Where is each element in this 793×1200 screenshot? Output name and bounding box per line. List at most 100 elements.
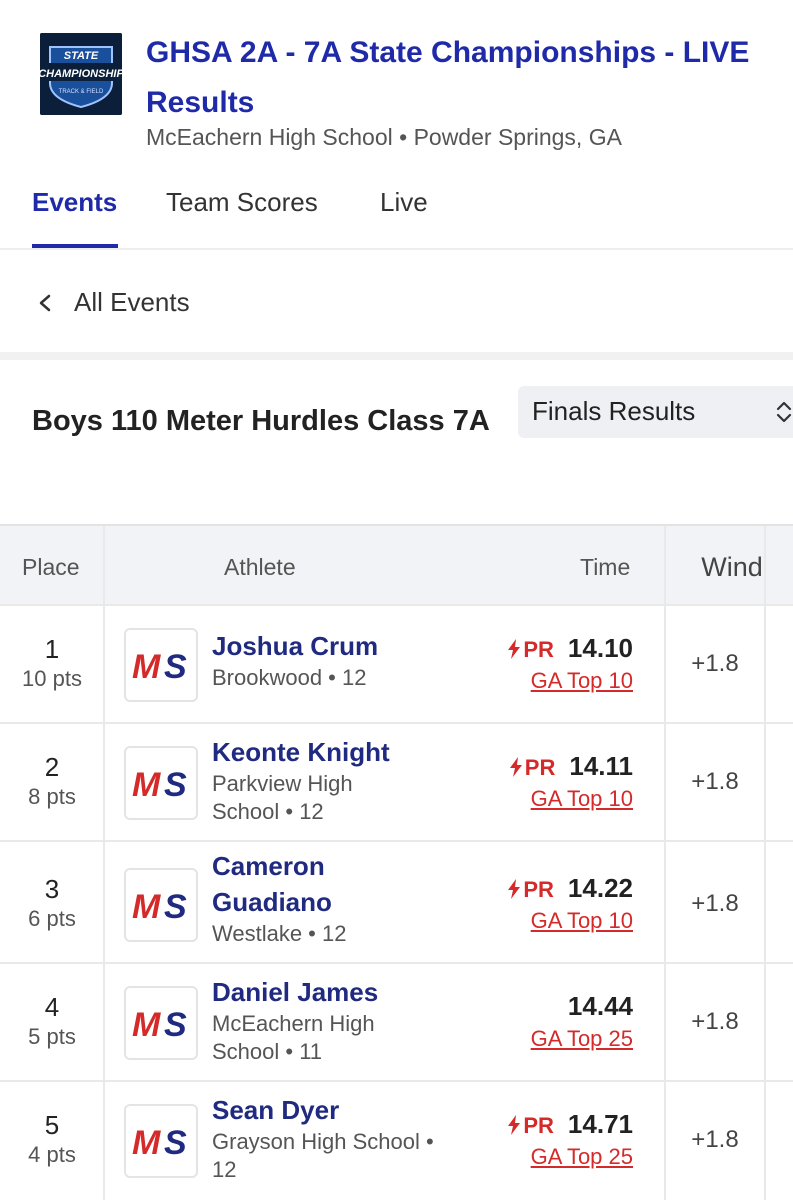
select-arrows-icon bbox=[776, 401, 792, 423]
svg-text:M: M bbox=[132, 1006, 161, 1044]
pr-badge: PR bbox=[507, 877, 554, 902]
svg-text:M: M bbox=[132, 1124, 161, 1162]
svg-text:TRACK & FIELD: TRACK & FIELD bbox=[59, 89, 104, 95]
table-row[interactable]: 1 10 pts MS Joshua Crum Brookwood • 12 P… bbox=[0, 604, 793, 722]
rank-link[interactable]: GA Top 25 bbox=[463, 1142, 633, 1172]
athlete-name[interactable]: Sean Dyer bbox=[212, 1092, 447, 1128]
place-cell: 2 8 pts bbox=[0, 752, 104, 812]
svg-text:STATE: STATE bbox=[64, 50, 99, 62]
lightning-icon bbox=[508, 1115, 521, 1135]
athlete-cell: Daniel James McEachern High School • 11 bbox=[212, 974, 402, 1066]
tab-live[interactable]: Live bbox=[380, 186, 428, 248]
rank-link[interactable]: GA Top 10 bbox=[463, 906, 633, 936]
pr-badge: PR bbox=[509, 755, 555, 780]
lightning-icon bbox=[509, 757, 522, 777]
place-points: 5 pts bbox=[28, 1024, 76, 1049]
wind-value: +1.8 bbox=[691, 890, 739, 917]
result-time: 14.71 bbox=[567, 1109, 633, 1139]
meet-logo: STATE CHAMPIONSHIP TRACK & FIELD bbox=[40, 33, 122, 115]
table-row[interactable]: 2 8 pts MS Keonte Knight Parkview High S… bbox=[0, 722, 793, 840]
place-number: 4 bbox=[44, 992, 60, 1022]
result-time: 14.10 bbox=[567, 633, 633, 663]
team-logo: MS bbox=[124, 628, 198, 702]
time-cell: PR 14.11 GA Top 10 bbox=[463, 748, 633, 814]
table-row[interactable]: 5 4 pts MS Sean Dyer Grayson High School… bbox=[0, 1080, 793, 1200]
rank-link[interactable]: GA Top 25 bbox=[463, 1024, 633, 1054]
all-events-label: All Events bbox=[74, 287, 190, 317]
results-table: Place Athlete Time Wind 1 10 pts MS Josh… bbox=[0, 524, 793, 1200]
place-cell: 4 5 pts bbox=[0, 992, 104, 1052]
time-cell: PR 14.10 GA Top 10 bbox=[463, 630, 633, 696]
place-points: 10 pts bbox=[22, 666, 82, 691]
place-cell: 1 10 pts bbox=[0, 634, 104, 694]
place-number: 1 bbox=[44, 634, 60, 664]
result-time: 14.11 bbox=[569, 751, 633, 781]
place-points: 6 pts bbox=[28, 906, 76, 931]
pr-badge: PR bbox=[507, 1113, 554, 1138]
svg-text:S: S bbox=[164, 1006, 187, 1044]
result-time: 14.22 bbox=[567, 873, 633, 903]
place-cell: 3 6 pts bbox=[0, 874, 104, 934]
place-points: 4 pts bbox=[28, 1142, 76, 1167]
team-logo: MS bbox=[124, 868, 198, 942]
table-header: Place Athlete Time Wind bbox=[0, 524, 793, 604]
svg-text:S: S bbox=[164, 766, 187, 804]
meet-header: STATE CHAMPIONSHIP TRACK & FIELD GHSA 2A… bbox=[0, 0, 793, 160]
svg-text:M: M bbox=[132, 766, 161, 804]
athlete-school[interactable]: Grayson High School • 12 bbox=[212, 1128, 447, 1184]
athlete-school[interactable]: Westlake • 12 bbox=[212, 920, 362, 948]
team-logo: MS bbox=[124, 1104, 198, 1178]
athlete-cell: Sean Dyer Grayson High School • 12 bbox=[212, 1092, 447, 1184]
athlete-school[interactable]: McEachern High School • 11 bbox=[212, 1010, 402, 1066]
rank-link[interactable]: GA Top 10 bbox=[463, 784, 633, 814]
wind-value: +1.8 bbox=[691, 650, 739, 677]
rank-link[interactable]: GA Top 10 bbox=[463, 666, 633, 696]
tab-team-scores[interactable]: Team Scores bbox=[166, 186, 318, 248]
header-athlete[interactable]: Athlete bbox=[224, 554, 296, 581]
header-place[interactable]: Place bbox=[22, 554, 80, 581]
section-divider bbox=[0, 352, 793, 360]
table-row[interactable]: 3 6 pts MS Cameron Guadiano Westlake • 1… bbox=[0, 840, 793, 962]
place-number: 2 bbox=[44, 752, 60, 782]
header-time[interactable]: Time bbox=[580, 554, 630, 581]
pr-badge: PR bbox=[507, 637, 554, 662]
time-cell: PR 14.71 GA Top 25 bbox=[463, 1106, 633, 1172]
svg-text:M: M bbox=[132, 888, 161, 926]
svg-text:S: S bbox=[164, 888, 187, 926]
place-cell: 5 4 pts bbox=[0, 1110, 104, 1170]
table-row[interactable]: 4 5 pts MS Daniel James McEachern High S… bbox=[0, 962, 793, 1080]
time-cell: 14.44 GA Top 25 bbox=[463, 988, 633, 1054]
tab-events[interactable]: Events bbox=[32, 186, 117, 248]
active-tab-indicator bbox=[32, 244, 118, 248]
svg-text:M: M bbox=[132, 648, 161, 686]
athlete-name[interactable]: Keonte Knight bbox=[212, 734, 402, 770]
athlete-name[interactable]: Joshua Crum bbox=[212, 628, 462, 664]
team-logo: MS bbox=[124, 986, 198, 1060]
event-title: Boys 110 Meter Hurdles Class 7A bbox=[32, 405, 490, 437]
tab-bar: Events Team Scores Live bbox=[0, 172, 793, 250]
header-wind[interactable]: Wind bbox=[683, 552, 781, 583]
round-select-value: Finals Results bbox=[532, 396, 696, 426]
svg-text:S: S bbox=[164, 648, 187, 686]
time-cell: PR 14.22 GA Top 10 bbox=[463, 870, 633, 936]
all-events-link[interactable]: All Events bbox=[0, 252, 793, 356]
chevron-left-icon bbox=[39, 294, 51, 312]
wind-value: +1.8 bbox=[691, 1008, 739, 1035]
team-logo: MS bbox=[124, 746, 198, 820]
athlete-school[interactable]: Parkview High School • 12 bbox=[212, 770, 402, 826]
meet-location: McEachern High School • Powder Springs, … bbox=[146, 124, 622, 150]
athlete-name[interactable]: Cameron Guadiano bbox=[212, 848, 362, 920]
svg-text:S: S bbox=[164, 1124, 187, 1162]
athlete-school[interactable]: Brookwood • 12 bbox=[212, 664, 462, 692]
round-select[interactable]: Finals Results bbox=[518, 386, 793, 438]
athlete-cell: Joshua Crum Brookwood • 12 bbox=[212, 628, 462, 692]
athlete-name[interactable]: Daniel James bbox=[212, 974, 402, 1010]
athlete-cell: Keonte Knight Parkview High School • 12 bbox=[212, 734, 402, 826]
wind-value: +1.8 bbox=[691, 1126, 739, 1153]
lightning-icon bbox=[508, 879, 521, 899]
meet-title[interactable]: GHSA 2A - 7A State Championships - LIVE … bbox=[146, 28, 786, 128]
athlete-cell: Cameron Guadiano Westlake • 12 bbox=[212, 848, 362, 948]
result-time: 14.44 bbox=[567, 991, 633, 1021]
place-number: 5 bbox=[44, 1110, 60, 1140]
lightning-icon bbox=[508, 639, 521, 659]
